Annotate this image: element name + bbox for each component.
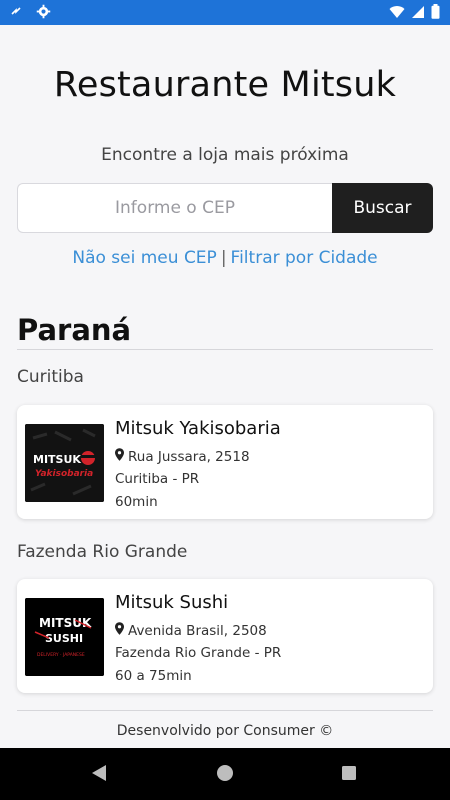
- cep-input[interactable]: [17, 183, 332, 233]
- footer-credit: Desenvolvido por Consumer ©: [116, 723, 334, 739]
- store-logo: MITSUK Yakisobaria: [25, 424, 104, 502]
- store-card[interactable]: MITSUK SUSHI DELIVERY · JAPANESE Mitsuk …: [17, 579, 433, 693]
- page-content: Restaurante Mitsuk Encontre a loja mais …: [0, 25, 450, 748]
- map-marker-icon: [115, 448, 124, 465]
- link-separator: |: [220, 248, 227, 268]
- store-name: Mitsuk Sushi: [115, 592, 229, 613]
- signal-icon: [411, 4, 425, 23]
- address-text: Rua Jussara, 2518: [128, 448, 250, 465]
- city-heading: Fazenda Rio Grande: [17, 542, 188, 562]
- notification-icon: [10, 6, 22, 22]
- home-icon[interactable]: [216, 764, 234, 786]
- page-subtitle: Encontre a loja mais próxima: [101, 145, 349, 165]
- system-nav-bar: [0, 748, 450, 800]
- gear-icon: [36, 4, 51, 23]
- logo-tagline: DELIVERY · JAPANESE: [37, 652, 85, 658]
- store-address: Avenida Brasil, 2508: [115, 622, 267, 639]
- wifi-icon: [389, 4, 405, 23]
- store-city: Curitiba - PR: [115, 471, 200, 487]
- state-heading: Paraná: [17, 313, 132, 347]
- store-address: Rua Jussara, 2518: [115, 448, 250, 465]
- cep-search: Buscar: [17, 183, 433, 233]
- delivery-time: 60min: [115, 494, 158, 510]
- footer-divider: [17, 710, 433, 711]
- city-heading: Curitiba: [17, 367, 84, 387]
- unknown-cep-link[interactable]: Não sei meu CEP: [72, 248, 216, 268]
- logo-text: MITSUK: [33, 453, 81, 466]
- logo-subtext: Yakisobaria: [35, 469, 93, 479]
- divider: [17, 349, 433, 350]
- search-button[interactable]: Buscar: [332, 183, 433, 233]
- store-card[interactable]: MITSUK Yakisobaria Mitsuk Yakisobaria Ru…: [17, 405, 433, 519]
- delivery-time: 60 a 75min: [115, 668, 192, 684]
- filter-city-link[interactable]: Filtrar por Cidade: [231, 248, 378, 268]
- map-marker-icon: [115, 622, 124, 639]
- address-text: Avenida Brasil, 2508: [128, 622, 267, 639]
- status-bar: [0, 0, 450, 25]
- logo-subtext: SUSHI: [45, 632, 83, 645]
- store-city: Fazenda Rio Grande - PR: [115, 645, 282, 661]
- recents-icon[interactable]: [341, 764, 357, 786]
- search-links: Não sei meu CEP | Filtrar por Cidade: [0, 248, 450, 268]
- logo-text: MITSUK: [39, 616, 92, 630]
- store-logo: MITSUK SUSHI DELIVERY · JAPANESE: [25, 598, 104, 676]
- store-name: Mitsuk Yakisobaria: [115, 418, 281, 439]
- back-icon[interactable]: [91, 764, 107, 786]
- page-title: Restaurante Mitsuk: [53, 65, 397, 105]
- battery-icon: [431, 4, 440, 23]
